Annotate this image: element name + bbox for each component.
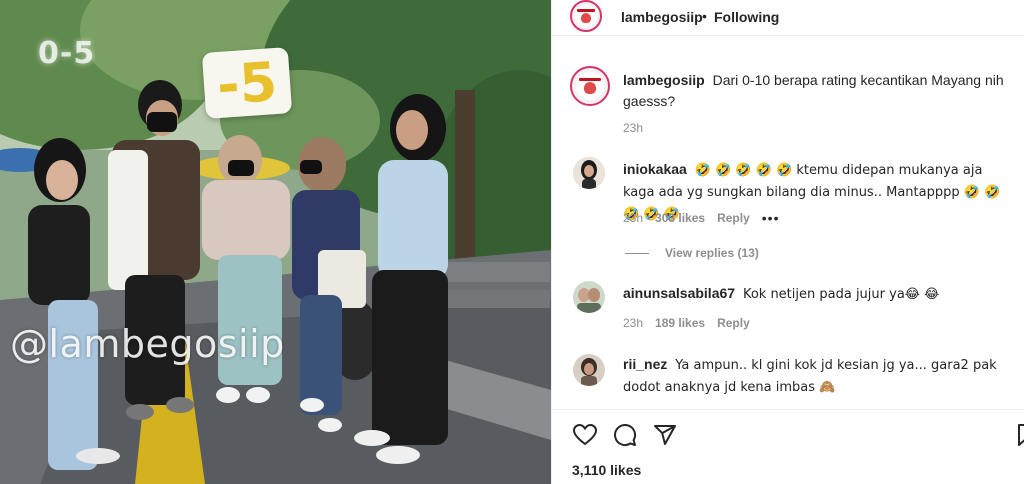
author-username[interactable]: lambegosiip — [621, 9, 703, 25]
post-header: lambegosiip • Following — [552, 0, 1024, 36]
action-bar — [552, 409, 1024, 459]
caption-time[interactable]: 23h — [623, 121, 643, 135]
separator-dot: • — [702, 8, 707, 24]
comment-likes[interactable]: 303 likes — [655, 211, 705, 225]
comment-time[interactable]: 23h — [623, 211, 643, 225]
brand-logo-icon — [576, 72, 604, 100]
comment-text: ainunsalsabila67 Kok netijen pada jujur … — [623, 283, 1008, 305]
score-sticker-small: 0-5 — [38, 36, 96, 71]
post-media[interactable]: 0-5 -5 @lambegosiip — [0, 0, 551, 484]
comment-time[interactable]: 23h — [623, 316, 643, 330]
brand-logo-icon — [575, 5, 597, 27]
commenter-avatar[interactable] — [573, 281, 605, 313]
post-panel: lambegosiip • Following lambegosiip Dari… — [551, 0, 1024, 484]
commenter-avatar[interactable] — [573, 354, 605, 386]
watermark-text: @lambegosiip — [10, 322, 285, 366]
following-button[interactable]: Following — [714, 9, 779, 25]
comments-list[interactable]: lambegosiip Dari 0-10 berapa rating keca… — [552, 37, 1024, 409]
comment-text: rii_nez Ya ampun.. kl gini kok jd kesian… — [623, 354, 1008, 398]
reply-button[interactable]: Reply — [717, 316, 750, 330]
view-replies-button[interactable]: View replies (13) — [625, 246, 759, 260]
commenter-avatar[interactable] — [573, 157, 605, 189]
caption-meta: 23h — [623, 121, 643, 135]
comment-body: Ya ampun.. kl gini kok jd kesian jg ya..… — [623, 358, 997, 395]
comment-meta: 23h 189 likes Reply — [623, 316, 750, 330]
caption-avatar[interactable] — [570, 66, 610, 106]
reply-button[interactable]: Reply — [717, 211, 750, 225]
caption-text: lambegosiip Dari 0-10 berapa rating keca… — [623, 70, 1008, 112]
comment-likes[interactable]: 189 likes — [655, 316, 705, 330]
caption-username[interactable]: lambegosiip — [623, 72, 705, 88]
comment-username[interactable]: ainunsalsabila67 — [623, 285, 735, 301]
comment-meta: 23h 303 likes Reply ••• — [623, 210, 779, 226]
comment-body: Kok netijen pada jujur ya😂 😂 — [742, 287, 940, 302]
comment-username[interactable]: rii_nez — [623, 356, 667, 372]
comment-icon[interactable] — [613, 423, 637, 447]
share-icon[interactable] — [653, 423, 677, 447]
comment-username[interactable]: iniokakaa — [623, 161, 687, 177]
score-sticker-big: -5 — [201, 47, 293, 119]
bookmark-icon[interactable] — [1017, 423, 1024, 447]
view-replies-label: View replies (13) — [665, 246, 759, 260]
more-options-icon[interactable]: ••• — [762, 210, 780, 226]
likes-count[interactable]: 3,110 likes — [572, 462, 641, 478]
replies-line-icon — [625, 252, 649, 254]
author-avatar[interactable] — [570, 0, 602, 32]
heart-icon[interactable] — [573, 424, 597, 446]
